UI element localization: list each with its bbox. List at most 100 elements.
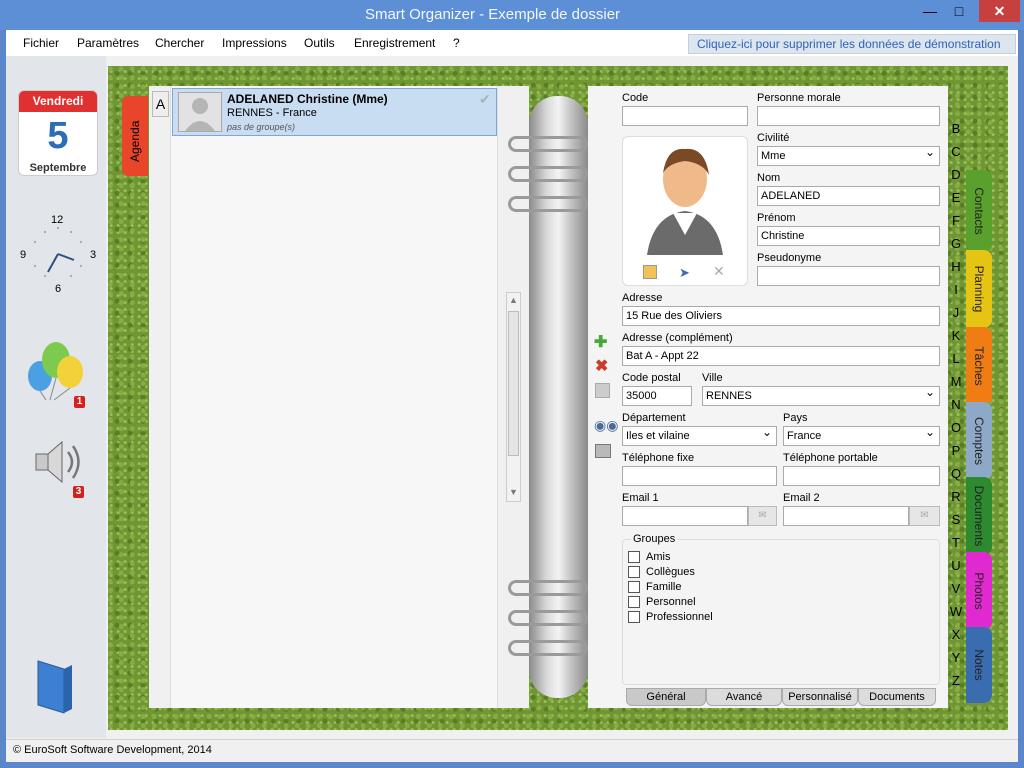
moral-person-field[interactable] [757, 106, 940, 126]
binder-ring [508, 166, 588, 182]
alpha-index-n[interactable]: N [948, 397, 964, 412]
alpha-index-p[interactable]: P [948, 443, 964, 458]
binder-ring [508, 136, 588, 152]
minimize-button[interactable]: — [915, 0, 945, 22]
binoculars-icon[interactable]: ◉◉ [594, 417, 618, 434]
email2-field[interactable] [783, 506, 909, 526]
import-photo-icon[interactable] [643, 265, 657, 279]
alpha-index-q[interactable]: Q [948, 466, 964, 481]
menu-fichier[interactable]: Fichier [23, 36, 59, 50]
alpha-index-w[interactable]: W [948, 604, 964, 619]
birthday-reminder[interactable]: 1 [24, 338, 88, 410]
alpha-index-a[interactable]: A [152, 91, 169, 117]
photo-box[interactable]: ➤ ✕ [622, 136, 748, 286]
menu-outils[interactable]: Outils [304, 36, 335, 50]
scroll-down-icon[interactable]: ▼ [509, 487, 518, 497]
side-tab-label: Contacts [972, 187, 986, 235]
notebook-button[interactable] [34, 657, 74, 715]
tab-comptes[interactable]: Comptes [966, 402, 992, 480]
alpha-index-j[interactable]: J [948, 305, 964, 320]
alpha-index-y[interactable]: Y [948, 650, 964, 665]
alpha-index-g[interactable]: G [948, 236, 964, 251]
menu-chercher[interactable]: Chercher [155, 36, 204, 50]
tab-photos[interactable]: Photos [966, 552, 992, 630]
remove-demo-data-link[interactable]: Cliquez-ici pour supprimer les données d… [688, 34, 1016, 54]
alpha-index-r[interactable]: R [948, 489, 964, 504]
nickname-field[interactable] [757, 266, 940, 286]
menu-impressions[interactable]: Impressions [222, 36, 287, 50]
city-select[interactable]: RENNES [702, 386, 940, 406]
close-button[interactable]: ✕ [979, 0, 1020, 22]
alpha-index-i[interactable]: I [948, 282, 964, 297]
group-checkbox-personnel[interactable] [628, 596, 640, 608]
tab-taches[interactable]: Tâches [966, 327, 992, 405]
lastname-field[interactable]: ADELANED [757, 186, 940, 206]
tab-notes[interactable]: Notes [966, 627, 992, 703]
alpha-index-e[interactable]: E [948, 190, 964, 205]
list-scrollbar[interactable]: ▲ ▼ [506, 292, 521, 502]
print-icon[interactable] [595, 444, 611, 458]
mobile-field[interactable] [783, 466, 940, 486]
add-contact-icon[interactable]: ✚ [594, 332, 607, 352]
menu-parametres[interactable]: Paramètres [77, 36, 139, 50]
remove-photo-icon[interactable]: ✕ [713, 263, 725, 280]
send-email1-icon[interactable]: ✉ [748, 506, 777, 526]
side-tab-label: Notes [972, 649, 986, 681]
save-icon[interactable] [595, 383, 610, 398]
alpha-index-x[interactable]: X [948, 627, 964, 642]
tab-agenda[interactable]: Agenda [122, 96, 148, 176]
tab-planning[interactable]: Planning [966, 250, 992, 328]
group-checkbox-amis[interactable] [628, 551, 640, 563]
contact-list-item[interactable]: ADELANED Christine (Mme) RENNES - France… [172, 88, 497, 136]
group-checkbox-professionnel[interactable] [628, 611, 640, 623]
tab-avance[interactable]: Avancé [706, 688, 782, 706]
postcode-field[interactable]: 35000 [622, 386, 692, 406]
tab-personnalise[interactable]: Personnalisé [782, 688, 858, 706]
alpha-index-m[interactable]: M [948, 374, 964, 389]
department-select[interactable]: Iles et vilaine [622, 426, 777, 446]
maximize-button[interactable]: □ [944, 0, 974, 22]
alpha-index-l[interactable]: L [948, 351, 964, 366]
alpha-index-u[interactable]: U [948, 558, 964, 573]
email1-field[interactable] [622, 506, 748, 526]
tab-documents[interactable]: Documents [858, 688, 936, 706]
scroll-thumb[interactable] [508, 311, 519, 456]
group-checkbox-collegues[interactable] [628, 566, 640, 578]
scan-photo-icon[interactable]: ➤ [679, 265, 690, 281]
tab-contacts[interactable]: Contacts [966, 170, 992, 252]
binder-ring [508, 640, 588, 656]
tab-documents[interactable]: Documents [966, 477, 992, 555]
menu-enregistrement[interactable]: Enregistrement [354, 36, 435, 50]
alpha-index-k[interactable]: K [948, 328, 964, 343]
country-select[interactable]: France [783, 426, 940, 446]
address-field[interactable]: 15 Rue des Oliviers [622, 306, 940, 326]
code-field[interactable] [622, 106, 748, 126]
firstname-field[interactable]: Christine [757, 226, 940, 246]
alpha-index-h[interactable]: H [948, 259, 964, 274]
alpha-index-s[interactable]: S [948, 512, 964, 527]
side-tab-label: Comptes [972, 416, 986, 466]
alpha-index-t[interactable]: T [948, 535, 964, 550]
sound-alerts[interactable]: 3 [32, 438, 88, 498]
alpha-index-b[interactable]: B [948, 121, 964, 136]
alpha-index-d[interactable]: D [948, 167, 964, 182]
alpha-index-o[interactable]: O [948, 420, 964, 435]
group-label-professionnel: Professionnel [646, 611, 713, 623]
alpha-index-z[interactable]: Z [948, 673, 964, 688]
alpha-index-c[interactable]: C [948, 144, 964, 159]
window-title: Smart Organizer - Exemple de dossier [364, 6, 621, 23]
address-label: Adresse [622, 292, 663, 304]
alpha-index-f[interactable]: F [948, 213, 964, 228]
menu-help[interactable]: ? [453, 36, 460, 50]
tab-general[interactable]: Général [626, 688, 706, 706]
delete-contact-icon[interactable]: ✖ [595, 356, 608, 376]
scroll-up-icon[interactable]: ▲ [509, 295, 518, 305]
address2-field[interactable]: Bat A - Appt 22 [622, 346, 940, 366]
send-email2-icon[interactable]: ✉ [909, 506, 940, 526]
alpha-index-v[interactable]: V [948, 581, 964, 596]
sound-badge: 3 [73, 486, 84, 498]
civility-select[interactable]: Mme [757, 146, 940, 166]
group-checkbox-famille[interactable] [628, 581, 640, 593]
phone-field[interactable] [622, 466, 777, 486]
calendar-widget[interactable]: Vendredi 5 Septembre [18, 90, 98, 176]
